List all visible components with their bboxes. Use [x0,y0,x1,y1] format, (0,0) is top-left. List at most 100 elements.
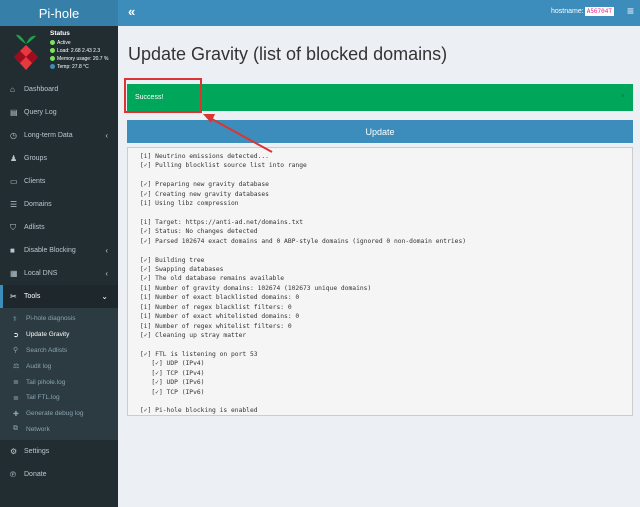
top-navbar: « hostname: A56704T ≡ [118,0,640,26]
output-line: [i] Number of regex whitelist filters: 0 [140,322,292,330]
sidebar-item-donate[interactable]: ℗ Donate [0,463,118,486]
status-memory: Memory usage: 20.7 % [50,55,108,63]
status-dot-icon [50,48,55,53]
hamburger-icon[interactable]: ≡ [627,4,634,18]
paypal-icon: ℗ [10,470,16,480]
tools-submenu: ⚕ Pi-hole diagnosis ➲ Update Gravity ⚲ Sear… [0,308,118,441]
sidebar-subitem-generate-debug-log[interactable]: ✚ Generate debug log [0,406,118,422]
output-line: [i] Neutrino emissions detected... [140,153,269,160]
gravity-output: [i] Neutrino emissions detected... [✓] Pu… [127,147,633,416]
output-line: [✓] Pulling blocklist source list into r… [140,162,307,170]
sidebar-subitem-network[interactable]: ⧉ Network [0,422,118,438]
search-icon: ⚲ [13,347,19,355]
ambulance-icon: ✚ [13,410,19,418]
hostname-value: A56704T [584,7,614,16]
output-line: [✓] Creating new gravity databases [140,190,269,198]
chevron-down-icon: ⌄ [101,292,108,301]
sidebar-subitem-audit-log[interactable]: ⚖ Audit log [0,358,118,374]
output-line: [✓] FTL is listening on port 53 [140,350,258,358]
sidebar-item-label: Disable Blocking [24,247,76,254]
stethoscope-icon: ⚕ [13,315,17,323]
sidebar-item-local-dns[interactable]: ▦ Local DNS ‹ [0,262,118,285]
output-line: [i] Using libz compression [140,200,239,208]
sidebar-subitem-tail-ftl-log[interactable]: ≣ Tail FTL.log [0,390,118,406]
output-line: [✓] Cleaning up stray matter [140,332,247,340]
status-panel: Status Active Load: 2.68 2.43 2.3 Memory… [0,26,118,78]
sidebar-subitem-pihole-diagnosis[interactable]: ⚕ Pi-hole diagnosis [0,311,118,327]
list-icon: ☰ [10,200,18,209]
sidebar-subitem-update-gravity[interactable]: ➲ Update Gravity [0,327,118,343]
status-dot-icon [50,40,55,45]
output-line: [i] Target: https://anti-ad.net/domains.… [140,218,304,226]
success-alert: Success! × [127,84,633,111]
balance-icon: ⚖ [13,363,20,371]
sidebar-subitem-label: Network [26,425,50,433]
sidebar-item-adlists[interactable]: ⛉ Adlists [0,216,118,239]
home-icon: ⌂ [10,85,15,94]
sidebar-subitem-tail-pihole-log[interactable]: ≣ Tail pihole.log [0,374,118,390]
output-line: [✓] Preparing new gravity database [140,181,269,189]
stop-icon: ■ [10,246,15,255]
sidebar-item-clients[interactable]: ▭ Clients [0,170,118,193]
users-icon: ♟ [10,154,18,163]
sidebar-item-dashboard[interactable]: ⌂ Dashboard [0,78,118,101]
status-block: Status Active Load: 2.68 2.43 2.3 Memory… [50,30,108,71]
address-book-icon: ▦ [10,269,18,278]
output-line: [i] Number of exact whitelisted domains:… [140,313,300,321]
tools-icon: ✂ [10,292,17,301]
sidebar-item-label: Domains [24,201,52,208]
output-line: [✓] UDP (IPv6) [140,379,205,387]
pihole-logo-icon [14,34,38,70]
sidebar-item-label: Groups [24,155,47,162]
sidebar-item-label: Clients [24,178,46,185]
sidebar-item-label: Donate [24,471,47,479]
sidebar-menu: ⌂ Dashboard ▤ Query Log ◷ Long-term Data ‹ ♟… [0,78,118,486]
sidebar-subitem-search-adlists[interactable]: ⚲ Search Adlists [0,343,118,359]
sidebar-subitem-label: Tail FTL.log [26,394,60,402]
sidebar-item-settings[interactable]: ⚙ Settings [0,440,118,463]
status-dot-icon [50,56,55,61]
sidebar-item-label: Adlists [24,224,45,231]
output-line: [i] Number of regex blacklist filters: 0 [140,303,292,311]
sidebar-item-label: Query Log [24,109,57,116]
sidebar-item-disable-blocking[interactable]: ■ Disable Blocking ‹ [0,239,118,262]
network-icon: ⧉ [13,425,18,433]
sidebar-item-label: Local DNS [24,270,58,277]
output-line: [i] Number of gravity domains: 102674 (1… [140,284,372,292]
close-icon[interactable]: × [621,93,625,100]
annotation-highlight-box [124,78,202,113]
sidebar-item-query-log[interactable]: ▤ Query Log [0,101,118,124]
sidebar-subitem-label: Pi-hole diagnosis [26,315,76,323]
sidebar-item-groups[interactable]: ♟ Groups [0,147,118,170]
list-ul-icon: ≣ [13,394,19,402]
arrow-circle-icon: ➲ [13,331,19,339]
history-icon: ◷ [10,131,17,140]
sidebar-item-domains[interactable]: ☰ Domains [0,193,118,216]
sidebar-item-label: Dashboard [24,86,59,93]
status-load-text: Load: 2.68 2.43 2.3 [57,48,101,54]
status-memory-text: Memory usage: 20.7 % [57,56,109,62]
sidebar-item-long-term-data[interactable]: ◷ Long-term Data ‹ [0,124,118,147]
update-button[interactable]: Update [127,120,633,143]
sidebar-item-tools[interactable]: ✂ Tools ⌄ [0,285,118,308]
laptop-icon: ▭ [10,177,18,186]
sidebar-subitem-label: Tail pihole.log [26,378,66,386]
hostname-label: hostname: [551,8,584,15]
output-line: [✓] Status: No changes detected [140,228,258,236]
chevron-left-icon: ‹ [105,269,108,278]
hostname-display: hostname: A56704T [551,7,614,16]
sidebar-toggle-button[interactable]: « [128,4,135,19]
output-line: [✓] Parsed 102674 exact domains and 0 AB… [140,237,467,245]
brand-logo[interactable]: Pi-hole [0,0,118,26]
output-line: [✓] Swapping databases [140,266,224,274]
sidebar-item-label: Long-term Data [24,132,73,139]
sidebar-item-label: Settings [24,448,50,456]
sidebar-subitem-label: Update Gravity [26,331,70,339]
sidebar: Status Active Load: 2.68 2.43 2.3 Memory… [0,26,118,507]
gear-icon: ⚙ [10,447,18,457]
